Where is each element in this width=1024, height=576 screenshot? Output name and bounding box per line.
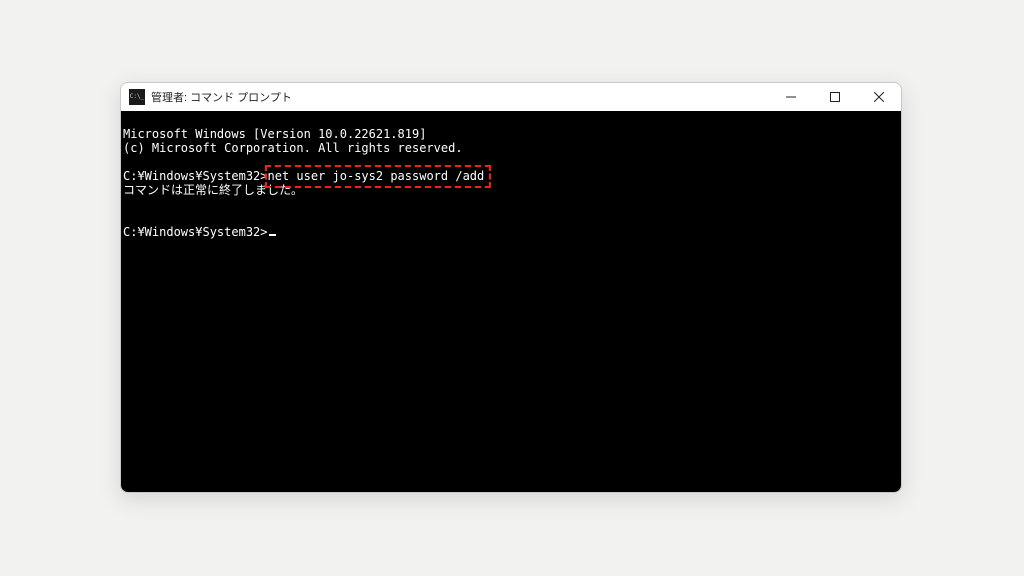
cursor [269, 234, 276, 236]
maximize-icon [830, 92, 840, 102]
maximize-button[interactable] [813, 83, 857, 111]
close-button[interactable] [857, 83, 901, 111]
entered-command: net user jo-sys2 password /add [268, 169, 485, 183]
prompt-path: C:¥Windows¥System32> [123, 225, 268, 239]
window-title: 管理者: コマンド プロンプト [151, 89, 292, 105]
minimize-button[interactable] [769, 83, 813, 111]
terminal-line: Microsoft Windows [Version 10.0.22621.81… [123, 127, 426, 141]
terminal-line: C:¥Windows¥System32> [123, 225, 276, 239]
terminal-line: (c) Microsoft Corporation. All rights re… [123, 141, 463, 155]
cmd-icon [129, 89, 145, 105]
terminal-output[interactable]: Microsoft Windows [Version 10.0.22621.81… [121, 111, 901, 493]
terminal-line: C:¥Windows¥System32>net user jo-sys2 pas… [123, 169, 484, 183]
prompt-path: C:¥Windows¥System32> [123, 169, 268, 183]
minimize-icon [786, 92, 796, 102]
command-prompt-window: 管理者: コマンド プロンプト Microsoft Windows [Versi… [120, 82, 902, 493]
titlebar[interactable]: 管理者: コマンド プロンプト [121, 83, 901, 111]
terminal-line: コマンドは正常に終了しました。 [123, 183, 303, 197]
close-icon [874, 92, 884, 102]
